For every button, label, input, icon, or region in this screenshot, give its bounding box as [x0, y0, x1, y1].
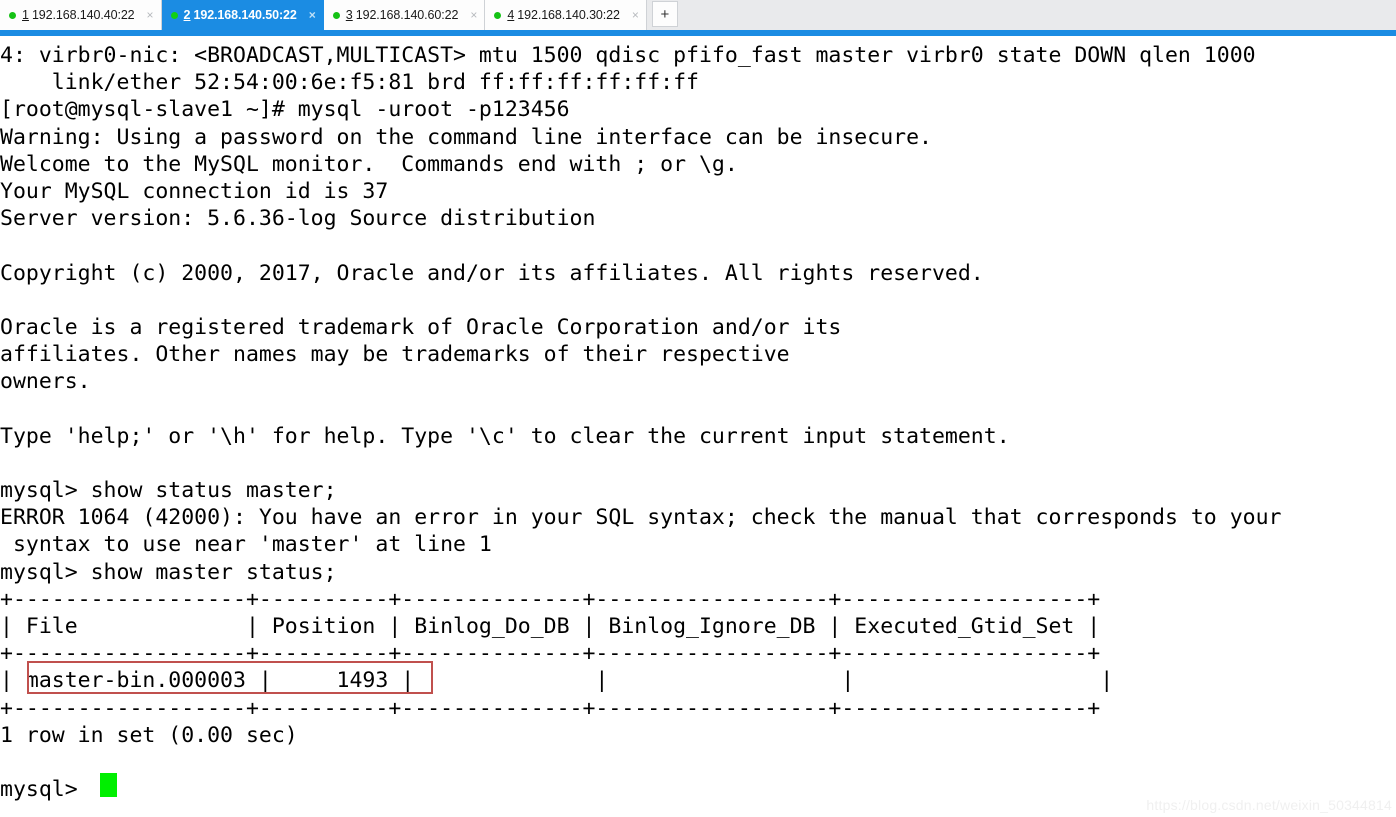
- terminal-line: +------------------+----------+---------…: [0, 641, 1101, 667]
- tab-close-icon[interactable]: ×: [147, 9, 154, 21]
- terminal-line: owners.: [0, 369, 91, 395]
- tab-4[interactable]: 4 192.168.140.30:22 ×: [485, 0, 647, 30]
- terminal-line: [root@mysql-slave1 ~]# mysql -uroot -p12…: [0, 97, 570, 123]
- terminal-line: +------------------+----------+---------…: [0, 586, 1101, 612]
- terminal-line: +------------------+----------+---------…: [0, 695, 1101, 721]
- terminal-line: Copyright (c) 2000, 2017, Oracle and/or …: [0, 260, 984, 286]
- tab-close-icon[interactable]: ×: [309, 9, 316, 21]
- terminal-line: ERROR 1064 (42000): You have an error in…: [0, 505, 1282, 531]
- tab-3[interactable]: 3 192.168.140.60:22 ×: [323, 0, 486, 30]
- terminal-line: 4: virbr0-nic: <BROADCAST,MULTICAST> mtu…: [0, 43, 1256, 68]
- tab-index: 4: [507, 8, 515, 22]
- tab-title: 192.168.140.60:22: [355, 8, 459, 22]
- tab-title: 192.168.140.40:22: [31, 8, 135, 22]
- terminal-line: Oracle is a registered trademark of Orac…: [0, 314, 842, 340]
- tab-status-dot-icon: [9, 11, 16, 19]
- tab-title: 192.168.140.50:22: [193, 8, 297, 22]
- terminal-line: mysql> show master status;: [0, 559, 337, 585]
- terminal-line: 1 row in set (0.00 sec): [0, 722, 298, 748]
- terminal-line: syntax to use near 'master' at line 1: [0, 532, 492, 558]
- tab-bar: 1 192.168.140.40:22 × 2 192.168.140.50:2…: [0, 0, 1396, 30]
- terminal-line: link/ether 52:54:00:6e:f5:81 brd ff:ff:f…: [0, 70, 699, 96]
- tab-index: 1: [22, 8, 29, 22]
- terminal-line: | master-bin.000003 | 1493 | | | |: [0, 668, 1114, 694]
- terminal-line: Your MySQL connection id is 37: [0, 178, 389, 204]
- terminal-cursor: [100, 773, 117, 797]
- tab-status-dot-icon: [170, 11, 178, 19]
- new-tab-button[interactable]: +: [651, 1, 678, 27]
- tab-index: 2: [183, 8, 191, 22]
- terminal-line: Warning: Using a password on the command…: [0, 124, 932, 150]
- tab-status-dot-icon: [494, 11, 502, 19]
- terminal-line: | File | Position | Binlog_Do_DB | Binlo…: [0, 613, 1101, 639]
- tab-title: 192.168.140.30:22: [517, 8, 620, 22]
- terminal-line: affiliates. Other names may be trademark…: [0, 342, 790, 368]
- tab-2[interactable]: 2 192.168.140.50:22 ×: [161, 0, 324, 30]
- tab-status-dot-icon: [332, 11, 340, 19]
- terminal-line: Type 'help;' or '\h' for help. Type '\c'…: [0, 423, 1010, 449]
- tab-index: 3: [345, 8, 353, 22]
- terminal-line: Server version: 5.6.36-log Source distri…: [0, 206, 596, 232]
- tab-close-icon[interactable]: ×: [632, 9, 639, 21]
- terminal-output[interactable]: 4: virbr0-nic: <BROADCAST,MULTICAST> mtu…: [0, 36, 1396, 817]
- watermark: https://blog.csdn.net/weixin_50344814: [1146, 797, 1392, 813]
- terminal-line: mysql> show status master;: [0, 478, 337, 503]
- tab-1[interactable]: 1 192.168.140.40:22 ×: [0, 0, 162, 30]
- tab-close-icon[interactable]: ×: [470, 9, 477, 21]
- terminal-line: Welcome to the MySQL monitor. Commands e…: [0, 151, 738, 177]
